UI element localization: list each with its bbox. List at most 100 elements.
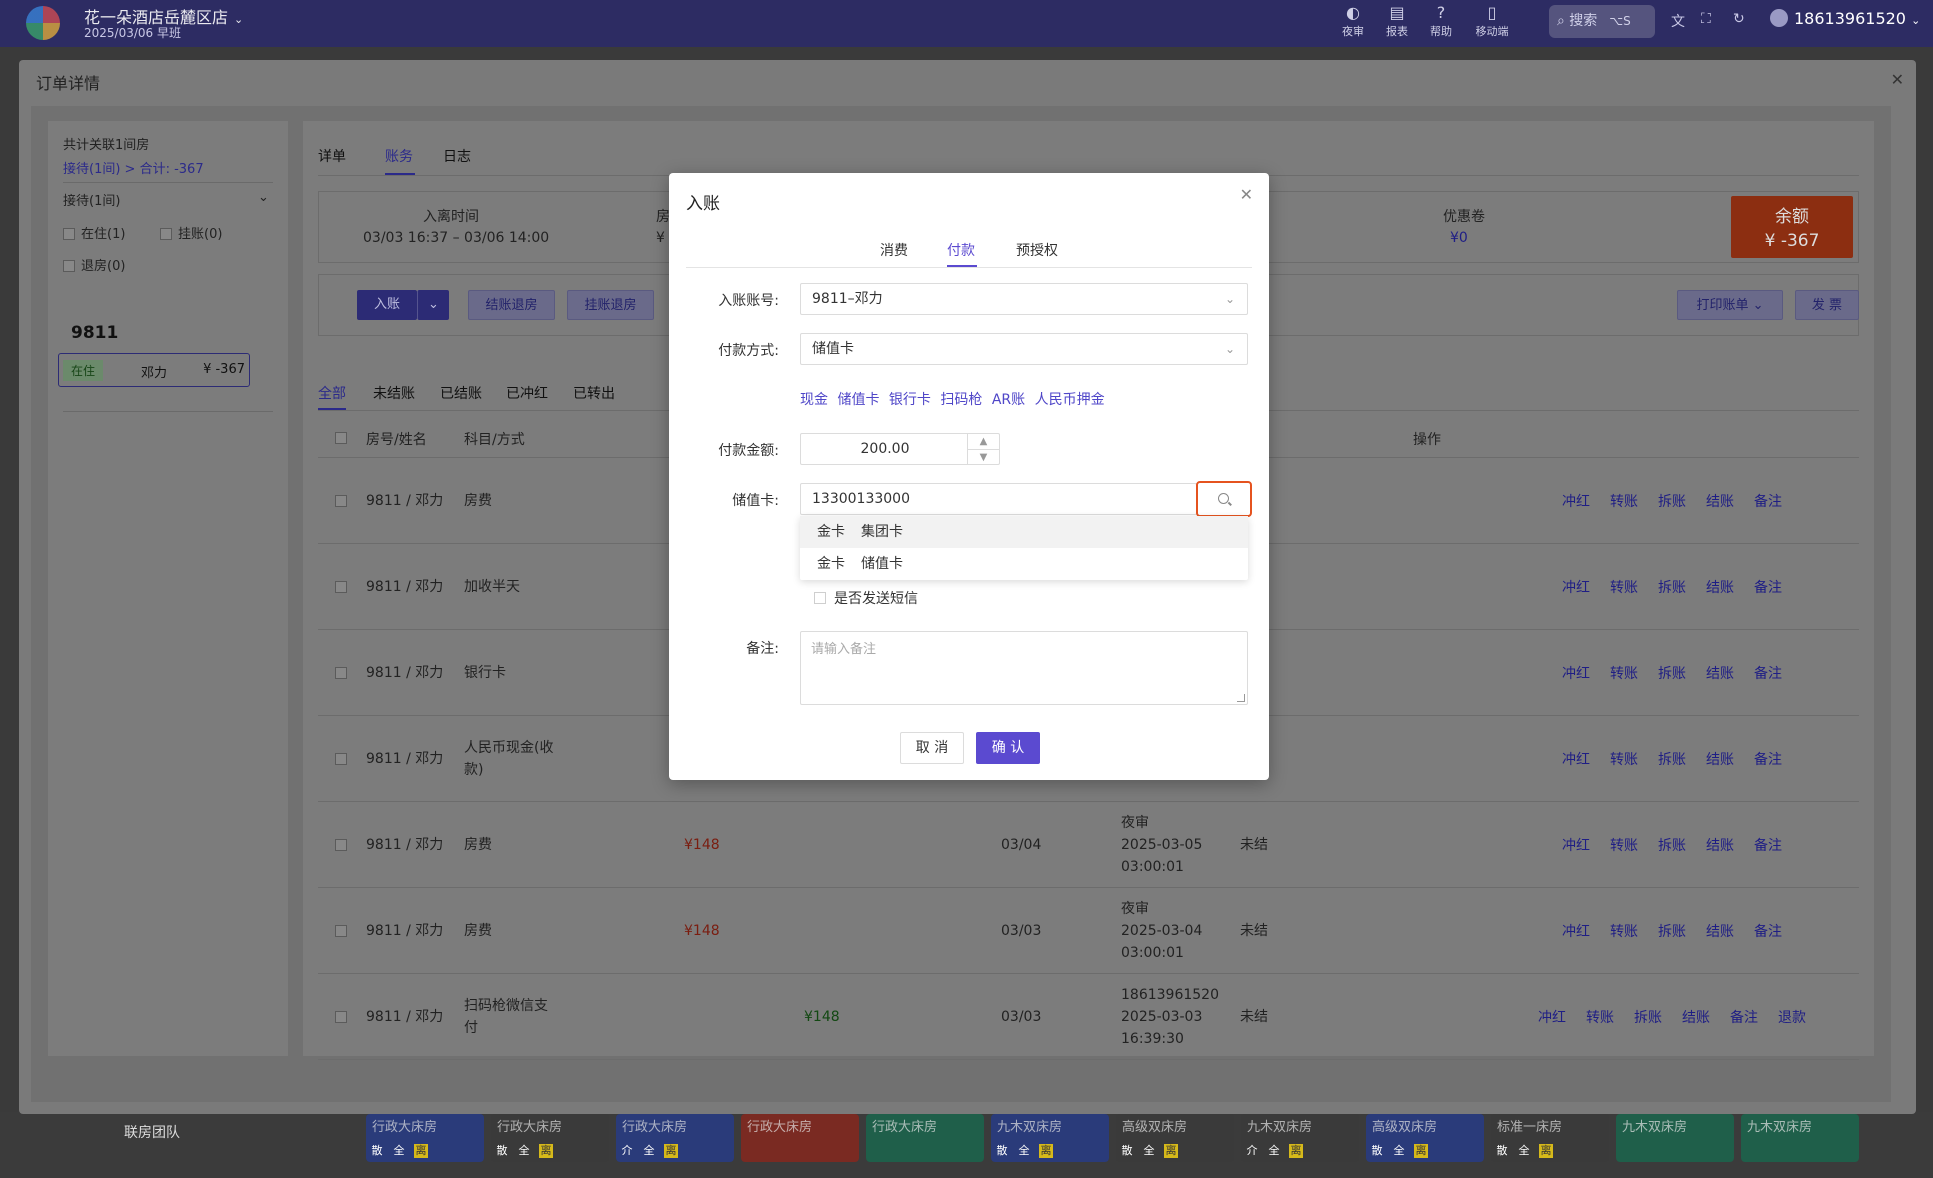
help-button[interactable]: ? 帮助 bbox=[1421, 3, 1461, 39]
row-action[interactable]: 备注 bbox=[1754, 491, 1782, 511]
row-action[interactable]: 拆账 bbox=[1658, 491, 1686, 511]
row-action[interactable]: 结账 bbox=[1706, 577, 1734, 597]
stored-card-input[interactable]: 13300133000 bbox=[800, 483, 1197, 515]
payment-method-select[interactable]: 储值卡 ⌄ bbox=[800, 333, 1248, 365]
row-checkbox[interactable] bbox=[335, 925, 347, 937]
entry-button[interactable]: 入账 bbox=[357, 290, 417, 320]
room-tile[interactable]: 行政大床房 bbox=[866, 1114, 984, 1162]
row-action[interactable]: 拆账 bbox=[1658, 835, 1686, 855]
card-option[interactable]: 金卡 储值卡 bbox=[800, 548, 1248, 580]
tab-log[interactable]: 日志 bbox=[443, 146, 471, 166]
row-action[interactable]: 拆账 bbox=[1658, 749, 1686, 769]
summary-link[interactable]: 接待(1间) > 合计: -367 bbox=[63, 158, 204, 177]
report-button[interactable]: ▤ 报表 bbox=[1377, 3, 1417, 39]
row-action[interactable]: 备注 bbox=[1754, 577, 1782, 597]
row-action[interactable]: 结账 bbox=[1706, 921, 1734, 941]
room-tile[interactable]: 行政大床房散全离 bbox=[366, 1114, 484, 1162]
room-tile[interactable]: 九木双床房 bbox=[1741, 1114, 1859, 1162]
quick-cash[interactable]: 现金 bbox=[800, 392, 828, 408]
room-tile[interactable]: 行政大床房 bbox=[741, 1114, 859, 1162]
mobile-button[interactable]: ▯ 移动端 bbox=[1472, 3, 1512, 39]
row-checkbox[interactable] bbox=[335, 495, 347, 507]
row-action[interactable]: 结账 bbox=[1706, 749, 1734, 769]
chevron-down-icon[interactable]: ⌄ bbox=[258, 190, 269, 205]
amount-value[interactable]: 200.00 bbox=[801, 434, 969, 464]
row-action[interactable]: 结账 bbox=[1706, 663, 1734, 683]
close-icon[interactable]: ✕ bbox=[1240, 185, 1253, 204]
resize-handle[interactable] bbox=[1237, 694, 1245, 702]
row-checkbox[interactable] bbox=[335, 1011, 347, 1023]
filter-on-account[interactable]: 挂账(0) bbox=[160, 223, 222, 242]
row-action[interactable]: 转账 bbox=[1610, 663, 1638, 683]
tab-consume[interactable]: 消费 bbox=[880, 240, 908, 260]
filter-tab-all[interactable]: 全部 bbox=[318, 383, 346, 403]
filter-in-house[interactable]: 在住(1) bbox=[63, 223, 125, 242]
quick-bank-card[interactable]: 银行卡 bbox=[889, 392, 931, 408]
row-checkbox[interactable] bbox=[335, 667, 347, 679]
fullscreen-icon[interactable]: ⛶ bbox=[1701, 11, 1711, 27]
filter-checked-out[interactable]: 退房(0) bbox=[63, 255, 125, 274]
cancel-button[interactable]: 取 消 bbox=[900, 732, 964, 764]
row-checkbox[interactable] bbox=[335, 839, 347, 851]
row-action[interactable]: 备注 bbox=[1730, 1007, 1758, 1027]
row-action[interactable]: 拆账 bbox=[1658, 921, 1686, 941]
room-card[interactable]: 在住 邓力 ¥ -367 bbox=[58, 353, 250, 387]
filter-tab-reversed[interactable]: 已冲红 bbox=[506, 383, 548, 403]
refresh-icon[interactable]: ↻ bbox=[1733, 11, 1745, 27]
row-action[interactable]: 退款 bbox=[1778, 1007, 1806, 1027]
row-action[interactable]: 转账 bbox=[1610, 835, 1638, 855]
row-action[interactable]: 转账 bbox=[1610, 577, 1638, 597]
row-action[interactable]: 冲红 bbox=[1562, 749, 1590, 769]
tab-billing[interactable]: 账务 bbox=[385, 146, 413, 166]
row-checkbox[interactable] bbox=[335, 581, 347, 593]
quick-ar[interactable]: AR账 bbox=[992, 392, 1025, 408]
invoice-button[interactable]: 发 票 bbox=[1795, 290, 1859, 320]
remark-textarea[interactable]: 请输入备注 bbox=[800, 631, 1248, 705]
settle-checkout-button[interactable]: 结账退房 bbox=[468, 290, 555, 320]
row-action[interactable]: 冲红 bbox=[1562, 835, 1590, 855]
row-action[interactable]: 备注 bbox=[1754, 921, 1782, 941]
room-tile[interactable]: 行政大床房散全离 bbox=[491, 1114, 609, 1162]
row-action[interactable]: 转账 bbox=[1610, 749, 1638, 769]
quick-scanner[interactable]: 扫码枪 bbox=[940, 392, 982, 408]
room-tile[interactable]: 九木双床房介全离 bbox=[1241, 1114, 1359, 1162]
chevron-down-icon[interactable]: ⌄ bbox=[417, 290, 449, 320]
row-action[interactable]: 冲红 bbox=[1562, 577, 1590, 597]
chevron-down-icon[interactable]: ▼ bbox=[968, 449, 999, 464]
card-option[interactable]: 金卡 集团卡 bbox=[800, 516, 1248, 548]
night-audit-button[interactable]: ◐ 夜审 bbox=[1333, 3, 1373, 39]
room-tile[interactable]: 九木双床房散全离 bbox=[991, 1114, 1109, 1162]
filter-tab-settled[interactable]: 已结账 bbox=[440, 383, 482, 403]
global-search[interactable]: ⌕ 搜索 ⌥S bbox=[1549, 5, 1655, 38]
card-search-button[interactable] bbox=[1196, 481, 1252, 517]
confirm-button[interactable]: 确 认 bbox=[976, 732, 1040, 764]
row-action[interactable]: 冲红 bbox=[1562, 663, 1590, 683]
tab-details[interactable]: 详单 bbox=[318, 146, 346, 166]
row-action[interactable]: 转账 bbox=[1610, 491, 1638, 511]
room-tile[interactable]: 标准一床房散全离 bbox=[1491, 1114, 1609, 1162]
filter-tab-unsettled[interactable]: 未结账 bbox=[373, 383, 415, 403]
row-action[interactable]: 冲红 bbox=[1562, 491, 1590, 511]
row-action[interactable]: 拆账 bbox=[1658, 577, 1686, 597]
print-bill-button[interactable]: 打印账单 ⌄ bbox=[1677, 290, 1783, 320]
account-select[interactable]: 9811–邓力 ⌄ bbox=[800, 283, 1248, 315]
chevron-up-icon[interactable]: ▲ bbox=[968, 434, 999, 449]
row-action[interactable]: 转账 bbox=[1586, 1007, 1614, 1027]
row-action[interactable]: 冲红 bbox=[1538, 1007, 1566, 1027]
translate-icon[interactable]: 文 bbox=[1671, 11, 1685, 31]
room-tile[interactable]: 高级双床房散全离 bbox=[1366, 1114, 1484, 1162]
row-action[interactable]: 备注 bbox=[1754, 663, 1782, 683]
room-tile[interactable]: 行政大床房介全离 bbox=[616, 1114, 734, 1162]
row-action[interactable]: 结账 bbox=[1682, 1007, 1710, 1027]
select-all-checkbox[interactable] bbox=[335, 432, 347, 444]
row-action[interactable]: 结账 bbox=[1706, 491, 1734, 511]
row-action[interactable]: 备注 bbox=[1754, 749, 1782, 769]
room-tile[interactable]: 高级双床房散全离 bbox=[1116, 1114, 1234, 1162]
group-header[interactable]: 接待(1间) bbox=[63, 190, 120, 209]
room-tile[interactable]: 九木双床房 bbox=[1616, 1114, 1734, 1162]
row-action[interactable]: 冲红 bbox=[1562, 921, 1590, 941]
row-action[interactable]: 拆账 bbox=[1634, 1007, 1662, 1027]
row-action[interactable]: 备注 bbox=[1754, 835, 1782, 855]
charge-checkout-button[interactable]: 挂账退房 bbox=[567, 290, 654, 320]
tab-preauth[interactable]: 预授权 bbox=[1016, 240, 1058, 260]
